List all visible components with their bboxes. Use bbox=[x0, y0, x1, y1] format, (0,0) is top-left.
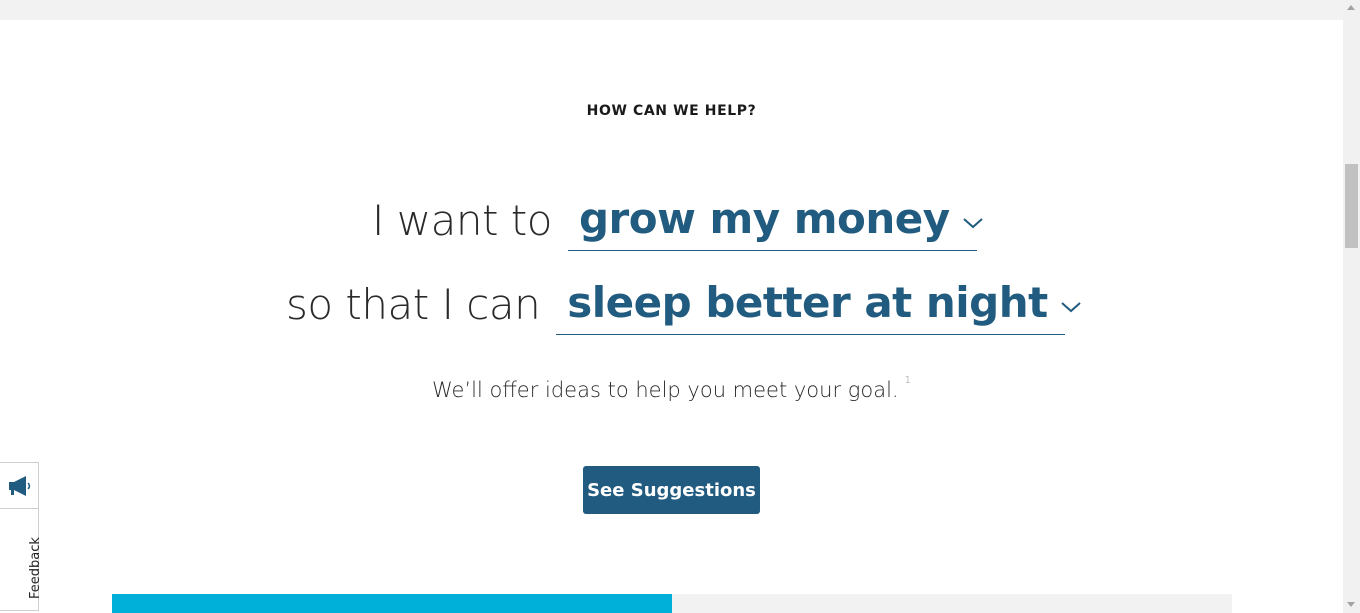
feedback-divider bbox=[0, 508, 38, 509]
helper-text: We’ll offer ideas to help you meet your … bbox=[0, 375, 1343, 402]
section-eyebrow: HOW CAN WE HELP? bbox=[586, 103, 757, 119]
outcome-dropdown-value: sleep better at night bbox=[567, 278, 1048, 327]
footnote-marker[interactable]: 1 bbox=[905, 375, 911, 386]
chevron-down-icon bbox=[1060, 300, 1082, 314]
bottom-progress-fill bbox=[112, 594, 672, 613]
goal-dropdown-value: grow my money bbox=[578, 194, 950, 243]
goal-row-1-prefix: I want to bbox=[372, 196, 552, 245]
goal-dropdown[interactable]: grow my money bbox=[567, 188, 983, 251]
goal-row-1: I want to grow my money bbox=[372, 188, 983, 251]
vertical-scrollbar[interactable] bbox=[1343, 0, 1360, 613]
scroll-down-arrow-icon[interactable] bbox=[1347, 602, 1355, 607]
page-content: HOW CAN WE HELP? I want to grow my money… bbox=[0, 20, 1343, 613]
feedback-tab[interactable]: Feedback bbox=[0, 462, 43, 611]
megaphone-icon bbox=[7, 475, 33, 497]
helper-text-body: We’ll offer ideas to help you meet your … bbox=[432, 378, 899, 402]
goal-row-2: so that I can sleep better at night bbox=[286, 272, 1081, 335]
see-suggestions-button[interactable]: See Suggestions bbox=[583, 466, 760, 514]
browser-top-strip bbox=[0, 0, 1343, 20]
chevron-down-icon bbox=[962, 216, 984, 230]
outcome-dropdown[interactable]: sleep better at night bbox=[556, 272, 1081, 335]
bottom-progress-track bbox=[112, 594, 1232, 613]
scroll-up-arrow-icon[interactable] bbox=[1347, 5, 1355, 10]
goal-row-2-prefix: so that I can bbox=[286, 280, 541, 329]
feedback-label: Feedback bbox=[28, 537, 43, 599]
scrollbar-thumb[interactable] bbox=[1345, 164, 1358, 248]
